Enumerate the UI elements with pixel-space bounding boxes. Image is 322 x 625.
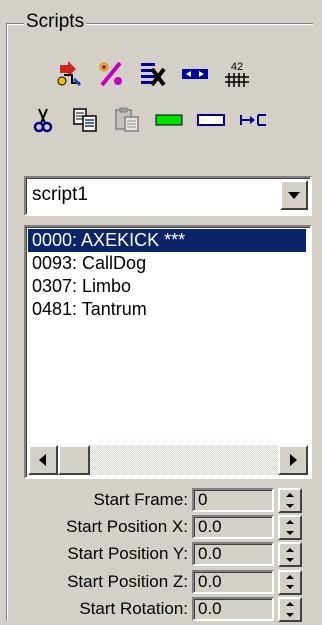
- start-position-y-input[interactable]: 0.0: [192, 542, 274, 567]
- list-item[interactable]: 0000: AXEKICK ***: [28, 229, 306, 252]
- start-position-z-label: Start Position Z:: [67, 571, 188, 591]
- renumber-button[interactable]: 42: [216, 56, 258, 92]
- white-bar-button[interactable]: [190, 102, 232, 138]
- start-position-x-label: Start Position X:: [66, 517, 188, 537]
- groupbox-title: Scripts: [24, 11, 87, 33]
- start-rotation-row: Start Rotation: 0.0: [0, 596, 322, 623]
- percent-icon: [99, 61, 122, 87]
- delete-script-icon: [141, 63, 166, 87]
- white-bar-icon: [197, 114, 225, 126]
- scroll-right-button[interactable]: [278, 445, 308, 475]
- arrow-right-icon: [290, 454, 297, 466]
- svg-text:42: 42: [231, 61, 243, 73]
- merge-scripts-icon: [57, 61, 82, 87]
- spinner-up-icon[interactable]: [285, 519, 295, 525]
- list-item[interactable]: 0481: Tantrum: [26, 298, 310, 321]
- merge-scripts-button[interactable]: [48, 56, 90, 92]
- scroll-left-button[interactable]: [28, 445, 58, 475]
- chevron-down-icon: [288, 192, 300, 199]
- dropdown-button[interactable]: [280, 180, 308, 210]
- spinner-down-icon[interactable]: [285, 557, 295, 563]
- script-select[interactable]: script1: [24, 176, 312, 216]
- spinner-down-icon[interactable]: [285, 503, 295, 509]
- fit-range-button[interactable]: [174, 56, 216, 92]
- spinner-up-icon[interactable]: [285, 574, 295, 580]
- spinner-up-icon[interactable]: [285, 492, 295, 498]
- spinner-up-icon[interactable]: [285, 601, 295, 607]
- cut-button[interactable]: [22, 102, 64, 138]
- start-rotation-input[interactable]: 0.0: [192, 596, 274, 621]
- start-position-z-spinner[interactable]: [278, 569, 302, 595]
- green-bar-icon: [155, 114, 183, 126]
- delete-script-button[interactable]: [132, 56, 174, 92]
- toolbar-row-2: [22, 102, 274, 138]
- cut-icon: [33, 108, 53, 133]
- start-frame-label: Start Frame:: [93, 490, 188, 509]
- script-select-value: script1: [32, 184, 88, 205]
- copy-button[interactable]: [64, 102, 106, 138]
- toolbar-row-1: 42: [48, 56, 258, 92]
- insert-bar-button[interactable]: [232, 102, 274, 138]
- spinner-down-icon[interactable]: [285, 584, 295, 590]
- renumber-icon: 42: [225, 61, 249, 87]
- start-position-y-row: Start Position Y: 0.0: [0, 541, 322, 568]
- insert-bar-icon: [240, 114, 266, 126]
- start-rotation-label: Start Rotation:: [79, 598, 188, 618]
- spinner-down-icon[interactable]: [285, 612, 295, 618]
- scroll-thumb[interactable]: [58, 445, 90, 475]
- paste-button: [106, 102, 148, 138]
- fit-range-icon: [182, 69, 208, 79]
- start-rotation-spinner[interactable]: [278, 596, 302, 622]
- start-position-y-spinner[interactable]: [278, 542, 302, 568]
- percent-button[interactable]: [90, 56, 132, 92]
- start-position-z-input[interactable]: 0.0: [192, 569, 274, 594]
- copy-icon: [73, 108, 97, 132]
- start-position-x-spinner[interactable]: [278, 515, 302, 541]
- paste-icon: [115, 107, 139, 132]
- script-list[interactable]: 0000: AXEKICK *** 0093: CallDog 0307: Li…: [24, 225, 312, 479]
- start-position-y-label: Start Position Y:: [67, 544, 188, 564]
- start-position-x-input[interactable]: 0.0: [192, 515, 274, 540]
- green-bar-button[interactable]: [148, 102, 190, 138]
- start-frame-input[interactable]: 0: [192, 488, 274, 512]
- start-position-z-row: Start Position Z: 0.0: [0, 569, 322, 596]
- list-item[interactable]: 0093: CallDog: [26, 252, 310, 275]
- start-position-x-row: Start Position X: 0.0: [0, 514, 322, 541]
- list-item[interactable]: 0307: Limbo: [26, 275, 310, 298]
- spinner-up-icon[interactable]: [285, 547, 295, 553]
- start-frame-row: Start Frame: 0: [0, 487, 322, 514]
- horizontal-scrollbar[interactable]: [28, 445, 308, 475]
- arrow-left-icon: [39, 454, 46, 466]
- start-frame-spinner[interactable]: [278, 488, 302, 513]
- spinner-down-icon[interactable]: [285, 530, 295, 536]
